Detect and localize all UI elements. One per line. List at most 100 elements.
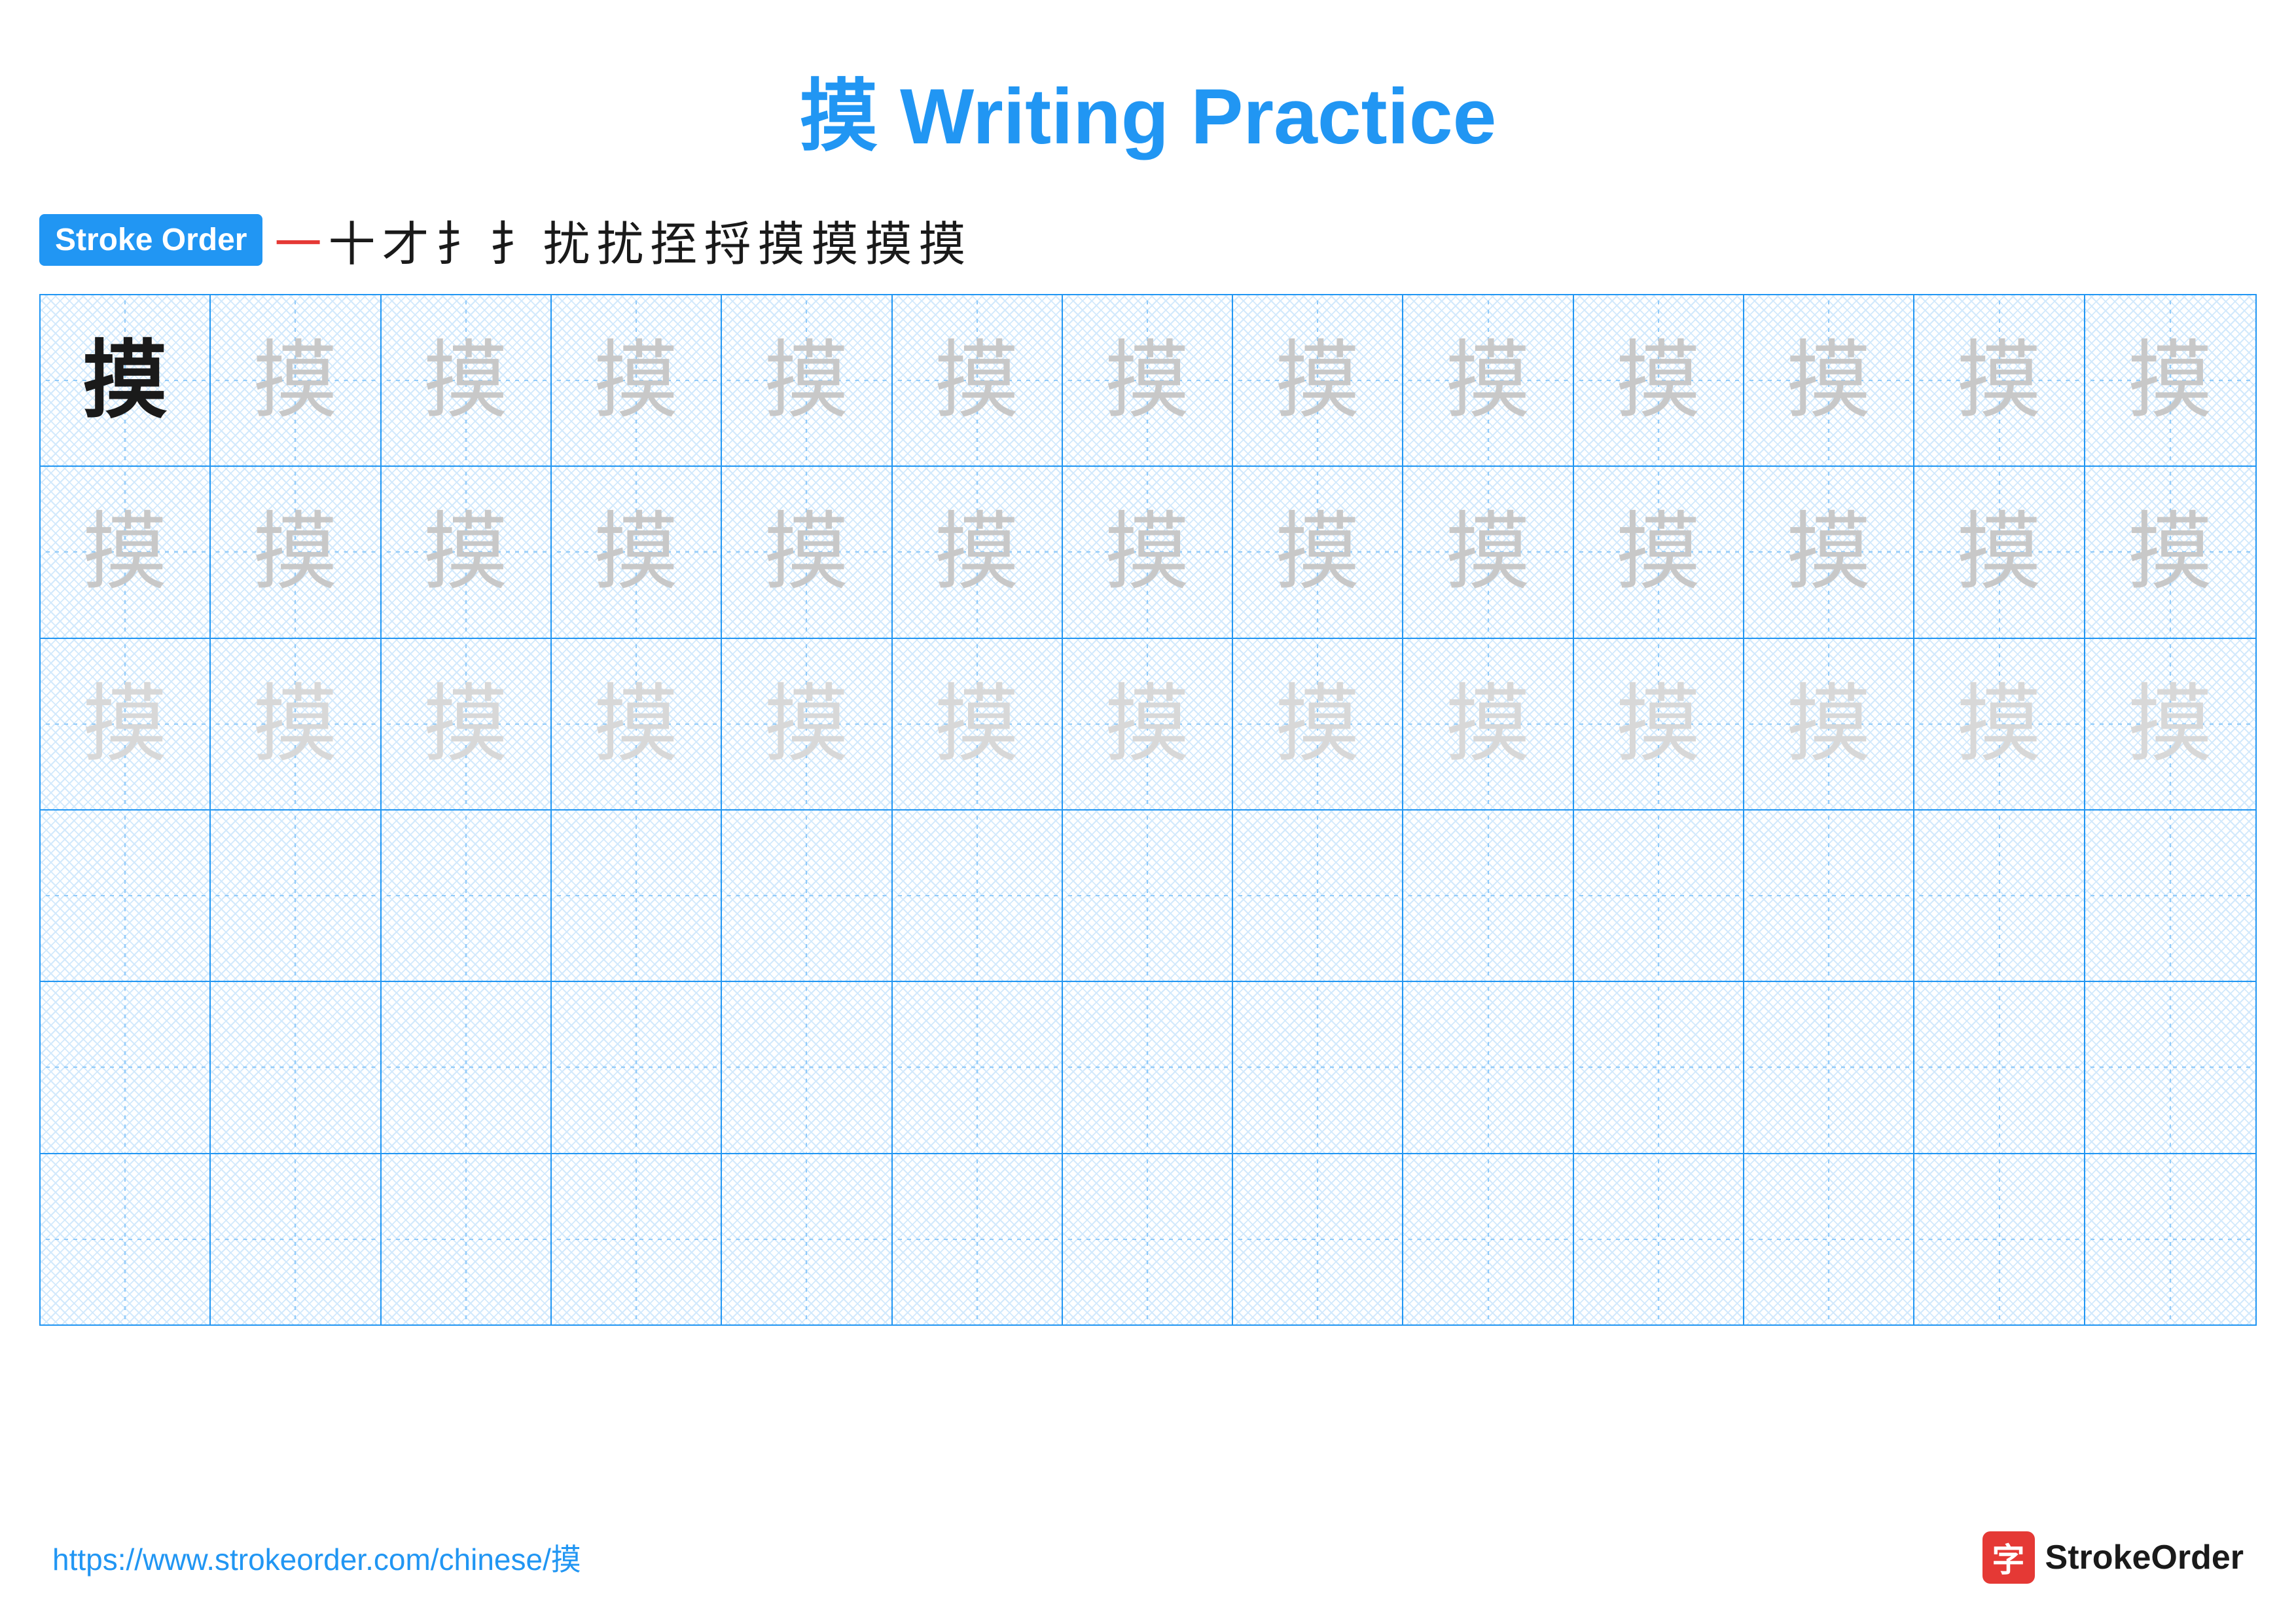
- grid-cell-1-11[interactable]: 摸: [1744, 295, 1914, 465]
- grid-cell-1-9[interactable]: 摸: [1403, 295, 1573, 465]
- grid-cell-6-8[interactable]: [1233, 1154, 1403, 1324]
- logo-text: StrokeOrder: [2045, 1538, 2244, 1577]
- grid-cell-4-13[interactable]: [2085, 811, 2255, 981]
- grid-cell-5-2[interactable]: [211, 982, 381, 1152]
- char-lighter: 摸: [764, 682, 849, 767]
- char-light: 摸: [1786, 509, 1871, 594]
- grid-cell-4-4[interactable]: [552, 811, 722, 981]
- grid-cell-1-2[interactable]: 摸: [211, 295, 381, 465]
- grid-cell-5-1[interactable]: [41, 982, 211, 1152]
- grid-cell-2-11[interactable]: 摸: [1744, 467, 1914, 637]
- grid-cell-6-7[interactable]: [1063, 1154, 1233, 1324]
- grid-cell-3-2[interactable]: 摸: [211, 639, 381, 809]
- grid-cell-6-3[interactable]: [382, 1154, 552, 1324]
- stroke-chars-list: 一 十 才 扌 扌 扰 扰 挃 捋 摸 摸 摸 摸: [274, 206, 965, 274]
- grid-cell-2-13[interactable]: 摸: [2085, 467, 2255, 637]
- char-lighter: 摸: [423, 682, 509, 767]
- grid-cell-6-13[interactable]: [2085, 1154, 2255, 1324]
- grid-cell-5-3[interactable]: [382, 982, 552, 1152]
- grid-cell-6-12[interactable]: [1914, 1154, 2085, 1324]
- grid-cell-6-11[interactable]: [1744, 1154, 1914, 1324]
- grid-cell-2-3[interactable]: 摸: [382, 467, 552, 637]
- stroke-char-12: 摸: [865, 206, 912, 274]
- stroke-char-13: 摸: [919, 206, 966, 274]
- grid-cell-2-2[interactable]: 摸: [211, 467, 381, 637]
- grid-cell-6-10[interactable]: [1574, 1154, 1744, 1324]
- grid-cell-1-6[interactable]: 摸: [893, 295, 1063, 465]
- grid-cell-3-6[interactable]: 摸: [893, 639, 1063, 809]
- grid-cell-3-4[interactable]: 摸: [552, 639, 722, 809]
- grid-cell-3-9[interactable]: 摸: [1403, 639, 1573, 809]
- grid-cell-3-3[interactable]: 摸: [382, 639, 552, 809]
- grid-cell-2-1[interactable]: 摸: [41, 467, 211, 637]
- grid-cell-2-7[interactable]: 摸: [1063, 467, 1233, 637]
- grid-cell-1-5[interactable]: 摸: [722, 295, 892, 465]
- grid-cell-2-6[interactable]: 摸: [893, 467, 1063, 637]
- char-lighter: 摸: [1786, 682, 1871, 767]
- grid-cell-6-2[interactable]: [211, 1154, 381, 1324]
- grid-cell-5-9[interactable]: [1403, 982, 1573, 1152]
- logo-icon: 字: [1982, 1531, 2035, 1584]
- grid-cell-5-5[interactable]: [722, 982, 892, 1152]
- grid-cell-4-12[interactable]: [1914, 811, 2085, 981]
- grid-cell-5-8[interactable]: [1233, 982, 1403, 1152]
- grid-cell-2-4[interactable]: 摸: [552, 467, 722, 637]
- grid-cell-6-6[interactable]: [893, 1154, 1063, 1324]
- grid-cell-3-5[interactable]: 摸: [722, 639, 892, 809]
- grid-cell-1-1[interactable]: 摸: [41, 295, 211, 465]
- grid-cell-5-11[interactable]: [1744, 982, 1914, 1152]
- footer-url[interactable]: https://www.strokeorder.com/chinese/摸: [52, 1536, 581, 1579]
- grid-cell-1-7[interactable]: 摸: [1063, 295, 1233, 465]
- grid-cell-3-1[interactable]: 摸: [41, 639, 211, 809]
- grid-cell-3-12[interactable]: 摸: [1914, 639, 2085, 809]
- grid-cell-3-7[interactable]: 摸: [1063, 639, 1233, 809]
- grid-cell-4-9[interactable]: [1403, 811, 1573, 981]
- grid-cell-5-13[interactable]: [2085, 982, 2255, 1152]
- grid-cell-2-8[interactable]: 摸: [1233, 467, 1403, 637]
- grid-cell-5-4[interactable]: [552, 982, 722, 1152]
- grid-cell-5-6[interactable]: [893, 982, 1063, 1152]
- stroke-char-9: 捋: [704, 206, 751, 274]
- grid-cell-4-7[interactable]: [1063, 811, 1233, 981]
- char-light: 摸: [1786, 338, 1871, 423]
- stroke-char-1: 一: [274, 206, 321, 274]
- grid-cell-4-11[interactable]: [1744, 811, 1914, 981]
- char-light: 摸: [1275, 338, 1360, 423]
- grid-cell-3-13[interactable]: 摸: [2085, 639, 2255, 809]
- grid-cell-1-3[interactable]: 摸: [382, 295, 552, 465]
- grid-cell-2-10[interactable]: 摸: [1574, 467, 1744, 637]
- stroke-char-5: 扌: [490, 206, 537, 274]
- grid-cell-4-5[interactable]: [722, 811, 892, 981]
- grid-cell-5-10[interactable]: [1574, 982, 1744, 1152]
- grid-cell-5-12[interactable]: [1914, 982, 2085, 1152]
- grid-cell-4-8[interactable]: [1233, 811, 1403, 981]
- grid-cell-1-10[interactable]: 摸: [1574, 295, 1744, 465]
- grid-cell-6-9[interactable]: [1403, 1154, 1573, 1324]
- stroke-char-11: 摸: [812, 206, 859, 274]
- char-light: 摸: [2128, 338, 2213, 423]
- grid-cell-1-8[interactable]: 摸: [1233, 295, 1403, 465]
- grid-cell-3-11[interactable]: 摸: [1744, 639, 1914, 809]
- char-light: 摸: [423, 338, 509, 423]
- char-lighter: 摸: [594, 682, 679, 767]
- grid-cell-1-4[interactable]: 摸: [552, 295, 722, 465]
- grid-row-4: [41, 811, 2255, 982]
- grid-cell-1-13[interactable]: 摸: [2085, 295, 2255, 465]
- grid-cell-4-1[interactable]: [41, 811, 211, 981]
- grid-cell-4-6[interactable]: [893, 811, 1063, 981]
- char-light: 摸: [1275, 509, 1360, 594]
- grid-cell-6-4[interactable]: [552, 1154, 722, 1324]
- grid-cell-4-3[interactable]: [382, 811, 552, 981]
- grid-cell-4-10[interactable]: [1574, 811, 1744, 981]
- grid-cell-3-8[interactable]: 摸: [1233, 639, 1403, 809]
- grid-cell-3-10[interactable]: 摸: [1574, 639, 1744, 809]
- stroke-char-4: 扌: [435, 206, 482, 274]
- grid-cell-2-5[interactable]: 摸: [722, 467, 892, 637]
- grid-cell-2-12[interactable]: 摸: [1914, 467, 2085, 637]
- grid-cell-5-7[interactable]: [1063, 982, 1233, 1152]
- grid-cell-4-2[interactable]: [211, 811, 381, 981]
- grid-cell-1-12[interactable]: 摸: [1914, 295, 2085, 465]
- grid-cell-2-9[interactable]: 摸: [1403, 467, 1573, 637]
- grid-cell-6-1[interactable]: [41, 1154, 211, 1324]
- grid-cell-6-5[interactable]: [722, 1154, 892, 1324]
